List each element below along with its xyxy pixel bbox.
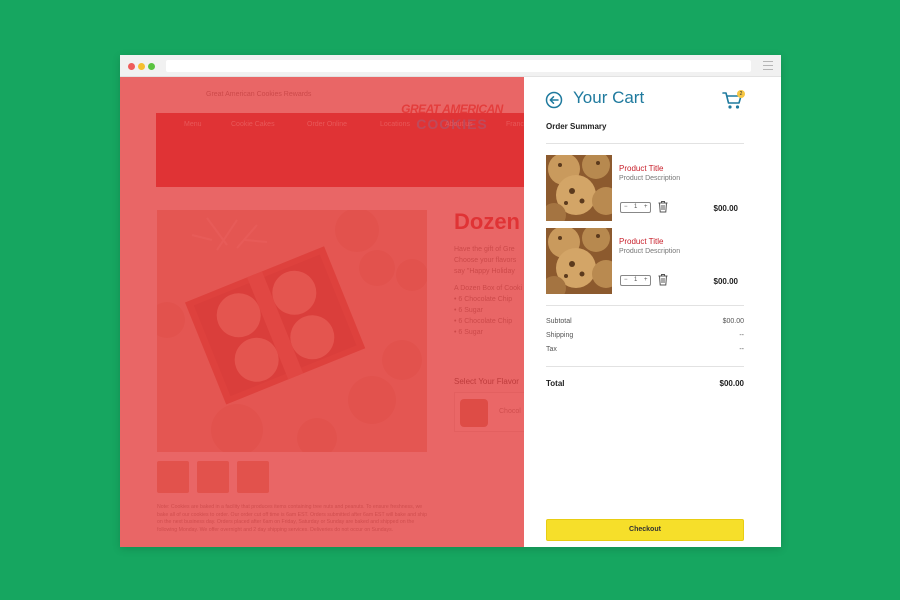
shipping-row: Shipping -- xyxy=(546,332,744,339)
close-window-button[interactable] xyxy=(128,63,135,70)
product-main-image xyxy=(157,210,427,452)
quantity-value[interactable]: 1 xyxy=(634,277,637,283)
product-title: Dozen xyxy=(454,209,520,234)
product-thumbnail-3[interactable] xyxy=(237,461,269,493)
cart-item: Product Title Product Description − 1 + … xyxy=(546,228,744,294)
cart-item-price: $00.00 xyxy=(713,277,738,286)
flavor-option-image xyxy=(460,399,488,427)
total-label: Total xyxy=(546,379,565,388)
quantity-stepper: − 1 + xyxy=(620,202,651,213)
decrease-quantity-button[interactable]: − xyxy=(624,204,628,210)
cart-panel: Your Cart 2 Order Summary Product Title … xyxy=(524,77,781,547)
increase-quantity-button[interactable]: + xyxy=(644,204,648,210)
subtotal-label: Subtotal xyxy=(546,318,572,325)
nav-item-cookie-cakes[interactable]: Cookie Cakes xyxy=(231,121,275,128)
hamburger-icon[interactable] xyxy=(763,61,773,70)
flavor-option-label: Chocol xyxy=(499,408,521,415)
subtotal-value: $00.00 xyxy=(722,318,744,325)
product-list-item-2: • 6 Sugar xyxy=(454,307,483,314)
quantity-stepper: − 1 + xyxy=(620,275,651,286)
product-thumbnail-1[interactable] xyxy=(157,461,189,493)
shipping-label: Shipping xyxy=(546,332,574,339)
browser-titlebar xyxy=(120,55,781,77)
address-bar[interactable] xyxy=(166,60,751,72)
flavor-section-label: Select Your Flavor xyxy=(454,377,519,386)
product-desc-line-2: Choose your flavors xyxy=(454,257,517,264)
tax-row: Tax -- xyxy=(546,346,744,353)
nav-item-order-online[interactable]: Order Online xyxy=(307,121,347,128)
total-row: Total $00.00 xyxy=(546,379,744,388)
website-page: Great American Cookies Rewards GREAT AME… xyxy=(120,77,781,547)
cart-item-description: Product Description xyxy=(619,175,681,182)
cart-item-title[interactable]: Product Title xyxy=(619,164,663,173)
cart-count-badge: 2 xyxy=(737,90,745,98)
rewards-link[interactable]: Great American Cookies Rewards xyxy=(206,91,311,98)
divider xyxy=(546,366,744,367)
shipping-note: Note: Cookies are baked in a facility th… xyxy=(157,504,427,533)
back-arrow-icon[interactable] xyxy=(545,91,563,109)
shipping-value: -- xyxy=(739,332,744,339)
logo-line-1: GREAT AMERICAN xyxy=(401,102,503,116)
minimize-window-button[interactable] xyxy=(138,63,145,70)
flavor-option[interactable]: Chocol xyxy=(454,392,534,432)
brand-logo[interactable]: GREAT AMERICAN COOKIES xyxy=(396,102,508,136)
product-list-item-3: • 6 Chocolate Chip xyxy=(454,318,513,325)
nav-item-franchise[interactable]: Franc xyxy=(506,121,524,128)
nav-item-about-us[interactable]: About us xyxy=(445,121,473,128)
nav-item-menu[interactable]: Menu xyxy=(184,121,202,128)
cart-item-image xyxy=(546,228,612,294)
decrease-quantity-button[interactable]: − xyxy=(624,277,628,283)
divider xyxy=(546,305,744,306)
product-list-item-1: • 6 Chocolate Chip xyxy=(454,296,513,303)
subtotal-row: Subtotal $00.00 xyxy=(546,318,744,325)
product-desc-line-1: Have the gift of Gre xyxy=(454,246,515,253)
cart-item-image xyxy=(546,155,612,221)
tax-label: Tax xyxy=(546,346,557,353)
quantity-value[interactable]: 1 xyxy=(634,204,637,210)
increase-quantity-button[interactable]: + xyxy=(644,277,648,283)
product-thumbnail-2[interactable] xyxy=(197,461,229,493)
product-list-intro: A Dozen Box of Cooki xyxy=(454,285,523,292)
cart-item-description: Product Description xyxy=(619,248,681,255)
trash-icon[interactable] xyxy=(657,200,669,213)
product-desc-line-3: say "Happy Holiday xyxy=(454,268,515,275)
cart-item-title[interactable]: Product Title xyxy=(619,237,663,246)
maximize-window-button[interactable] xyxy=(148,63,155,70)
product-list-item-4: • 6 Sugar xyxy=(454,329,483,336)
browser-window: Great American Cookies Rewards GREAT AME… xyxy=(120,55,781,547)
order-summary-heading: Order Summary xyxy=(546,122,607,131)
checkout-button[interactable]: Checkout xyxy=(546,519,744,541)
cart-item: Product Title Product Description − 1 + … xyxy=(546,155,744,221)
divider xyxy=(546,143,744,144)
cart-item-price: $00.00 xyxy=(713,204,738,213)
nav-item-locations[interactable]: Locations xyxy=(380,121,410,128)
cart-title: Your Cart xyxy=(573,88,645,107)
trash-icon[interactable] xyxy=(657,273,669,286)
tax-value: -- xyxy=(739,346,744,353)
total-value: $00.00 xyxy=(719,379,744,388)
